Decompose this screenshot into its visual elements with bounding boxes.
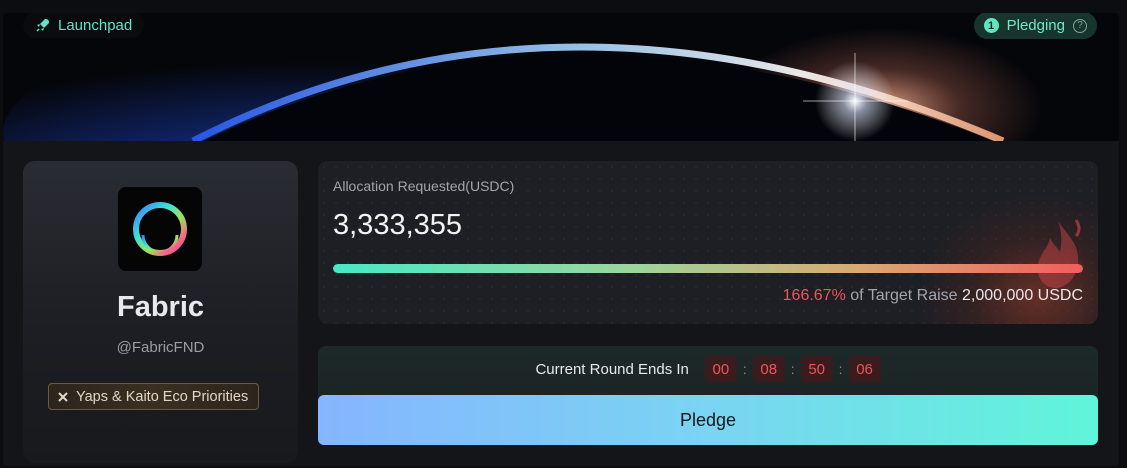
project-name: Fabric	[116, 291, 205, 323]
step-number: 1	[983, 18, 999, 33]
project-logo	[118, 187, 202, 271]
fabric-logo-icon	[133, 202, 187, 256]
target-amount: 2,000,000 USDC	[962, 287, 1083, 304]
allocation-label: Allocation Requested(USDC)	[333, 178, 515, 194]
tag-label: Yaps & Kaito Eco Priorities	[76, 388, 249, 405]
category-tag[interactable]: Yaps & Kaito Eco Priorities	[48, 383, 260, 410]
raise-stats: 166.67% of Target Raise 2,000,000 USDC	[783, 287, 1083, 305]
raise-percent: 166.67%	[782, 287, 846, 304]
allocation-card: Allocation Requested(USDC) 3,333,355 166…	[318, 161, 1098, 324]
project-card: Fabric @FabricFND Yaps & Kaito Eco Prior…	[23, 161, 298, 463]
project-handle[interactable]: @FabricFND	[23, 339, 298, 356]
raise-progress-bar	[333, 264, 1083, 273]
hero-banner: Launchpad 1 Pledging ?	[3, 13, 1119, 141]
pledge-button[interactable]: Pledge	[318, 395, 1098, 445]
countdown-hours: 08	[752, 356, 785, 382]
flame-icon	[1037, 219, 1081, 288]
status-label: Pledging	[1006, 17, 1065, 34]
allocation-value: 3,333,355	[333, 209, 463, 241]
separator: :	[838, 361, 843, 377]
countdown-seconds: 06	[848, 356, 881, 382]
countdown-days: 00	[704, 356, 737, 382]
countdown-minutes: 50	[800, 356, 833, 382]
separator: :	[790, 361, 795, 377]
rocket-icon	[36, 19, 49, 32]
launchpad-label: Launchpad	[58, 16, 133, 34]
target-text: of Target Raise	[845, 287, 963, 304]
planet-horizon-image	[3, 13, 1119, 141]
help-icon[interactable]: ?	[1073, 18, 1087, 33]
round-label: Current Round Ends In	[535, 360, 689, 378]
launchpad-badge[interactable]: Launchpad	[23, 13, 145, 38]
x-icon	[58, 391, 68, 402]
progress-fill	[333, 264, 1083, 273]
status-badge: 1 Pledging ?	[973, 13, 1097, 39]
launchpad-panel: Launchpad 1 Pledging ? Fabric @FabricFND…	[3, 13, 1119, 466]
separator: :	[742, 361, 747, 377]
